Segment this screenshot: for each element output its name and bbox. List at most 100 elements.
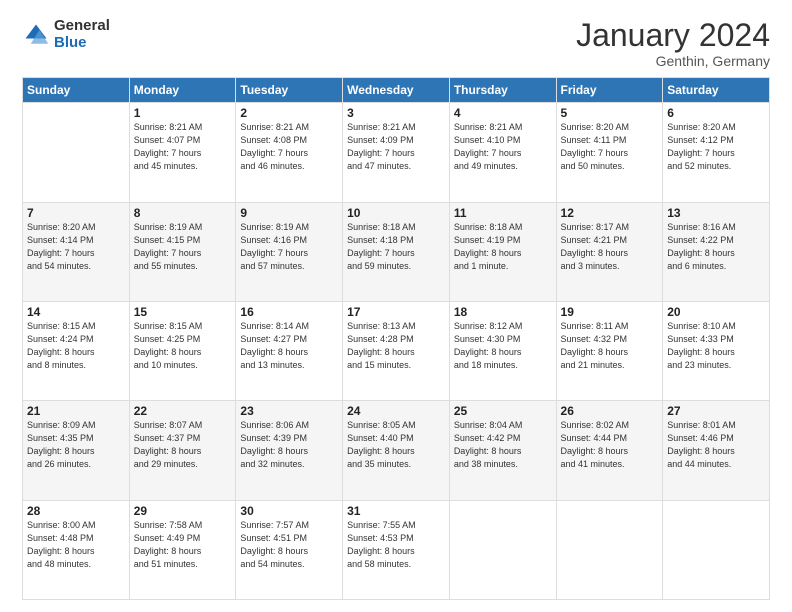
calendar-cell: 24Sunrise: 8:05 AM Sunset: 4:40 PM Dayli… [343, 401, 450, 500]
day-number: 30 [240, 504, 338, 518]
day-number: 10 [347, 206, 445, 220]
day-number: 5 [561, 106, 659, 120]
day-info: Sunrise: 8:14 AM Sunset: 4:27 PM Dayligh… [240, 320, 338, 372]
day-number: 2 [240, 106, 338, 120]
calendar-cell: 23Sunrise: 8:06 AM Sunset: 4:39 PM Dayli… [236, 401, 343, 500]
day-header-thursday: Thursday [449, 78, 556, 103]
week-row-1: 1Sunrise: 8:21 AM Sunset: 4:07 PM Daylig… [23, 103, 770, 202]
calendar-cell: 20Sunrise: 8:10 AM Sunset: 4:33 PM Dayli… [663, 301, 770, 400]
calendar-cell: 4Sunrise: 8:21 AM Sunset: 4:10 PM Daylig… [449, 103, 556, 202]
day-header-sunday: Sunday [23, 78, 130, 103]
day-number: 12 [561, 206, 659, 220]
calendar-cell: 3Sunrise: 8:21 AM Sunset: 4:09 PM Daylig… [343, 103, 450, 202]
day-header-saturday: Saturday [663, 78, 770, 103]
day-number: 19 [561, 305, 659, 319]
calendar-cell: 13Sunrise: 8:16 AM Sunset: 4:22 PM Dayli… [663, 202, 770, 301]
day-info: Sunrise: 8:13 AM Sunset: 4:28 PM Dayligh… [347, 320, 445, 372]
calendar-cell: 11Sunrise: 8:18 AM Sunset: 4:19 PM Dayli… [449, 202, 556, 301]
location: Genthin, Germany [576, 53, 770, 69]
day-header-friday: Friday [556, 78, 663, 103]
day-number: 1 [134, 106, 232, 120]
calendar-cell: 5Sunrise: 8:20 AM Sunset: 4:11 PM Daylig… [556, 103, 663, 202]
day-header-monday: Monday [129, 78, 236, 103]
calendar-body: 1Sunrise: 8:21 AM Sunset: 4:07 PM Daylig… [23, 103, 770, 600]
day-number: 16 [240, 305, 338, 319]
day-info: Sunrise: 8:16 AM Sunset: 4:22 PM Dayligh… [667, 221, 765, 273]
day-number: 21 [27, 404, 125, 418]
day-number: 22 [134, 404, 232, 418]
day-info: Sunrise: 8:02 AM Sunset: 4:44 PM Dayligh… [561, 419, 659, 471]
day-info: Sunrise: 8:12 AM Sunset: 4:30 PM Dayligh… [454, 320, 552, 372]
week-row-5: 28Sunrise: 8:00 AM Sunset: 4:48 PM Dayli… [23, 500, 770, 599]
day-header-tuesday: Tuesday [236, 78, 343, 103]
calendar-header: SundayMondayTuesdayWednesdayThursdayFrid… [23, 78, 770, 103]
day-info: Sunrise: 8:10 AM Sunset: 4:33 PM Dayligh… [667, 320, 765, 372]
day-number: 7 [27, 206, 125, 220]
day-number: 17 [347, 305, 445, 319]
day-info: Sunrise: 8:15 AM Sunset: 4:25 PM Dayligh… [134, 320, 232, 372]
title-area: January 2024 Genthin, Germany [576, 18, 770, 69]
calendar-cell: 25Sunrise: 8:04 AM Sunset: 4:42 PM Dayli… [449, 401, 556, 500]
day-info: Sunrise: 8:18 AM Sunset: 4:19 PM Dayligh… [454, 221, 552, 273]
day-info: Sunrise: 7:58 AM Sunset: 4:49 PM Dayligh… [134, 519, 232, 571]
day-number: 4 [454, 106, 552, 120]
calendar-cell [23, 103, 130, 202]
day-info: Sunrise: 8:20 AM Sunset: 4:14 PM Dayligh… [27, 221, 125, 273]
calendar-cell: 30Sunrise: 7:57 AM Sunset: 4:51 PM Dayli… [236, 500, 343, 599]
day-info: Sunrise: 8:04 AM Sunset: 4:42 PM Dayligh… [454, 419, 552, 471]
calendar-cell: 14Sunrise: 8:15 AM Sunset: 4:24 PM Dayli… [23, 301, 130, 400]
day-info: Sunrise: 8:21 AM Sunset: 4:10 PM Dayligh… [454, 121, 552, 173]
day-number: 28 [27, 504, 125, 518]
calendar-cell [663, 500, 770, 599]
day-info: Sunrise: 8:21 AM Sunset: 4:07 PM Dayligh… [134, 121, 232, 173]
logo-blue: Blue [54, 35, 110, 52]
day-info: Sunrise: 8:05 AM Sunset: 4:40 PM Dayligh… [347, 419, 445, 471]
calendar-cell: 26Sunrise: 8:02 AM Sunset: 4:44 PM Dayli… [556, 401, 663, 500]
day-header-wednesday: Wednesday [343, 78, 450, 103]
day-info: Sunrise: 8:20 AM Sunset: 4:11 PM Dayligh… [561, 121, 659, 173]
day-number: 31 [347, 504, 445, 518]
calendar-cell: 10Sunrise: 8:18 AM Sunset: 4:18 PM Dayli… [343, 202, 450, 301]
calendar-cell [556, 500, 663, 599]
calendar-cell: 22Sunrise: 8:07 AM Sunset: 4:37 PM Dayli… [129, 401, 236, 500]
calendar-cell: 15Sunrise: 8:15 AM Sunset: 4:25 PM Dayli… [129, 301, 236, 400]
day-info: Sunrise: 8:09 AM Sunset: 4:35 PM Dayligh… [27, 419, 125, 471]
calendar-cell: 29Sunrise: 7:58 AM Sunset: 4:49 PM Dayli… [129, 500, 236, 599]
day-number: 23 [240, 404, 338, 418]
calendar-cell: 1Sunrise: 8:21 AM Sunset: 4:07 PM Daylig… [129, 103, 236, 202]
calendar-cell [449, 500, 556, 599]
day-number: 14 [27, 305, 125, 319]
day-info: Sunrise: 8:11 AM Sunset: 4:32 PM Dayligh… [561, 320, 659, 372]
day-info: Sunrise: 8:17 AM Sunset: 4:21 PM Dayligh… [561, 221, 659, 273]
day-info: Sunrise: 8:06 AM Sunset: 4:39 PM Dayligh… [240, 419, 338, 471]
day-number: 6 [667, 106, 765, 120]
day-number: 11 [454, 206, 552, 220]
calendar-cell: 6Sunrise: 8:20 AM Sunset: 4:12 PM Daylig… [663, 103, 770, 202]
day-number: 26 [561, 404, 659, 418]
calendar-cell: 19Sunrise: 8:11 AM Sunset: 4:32 PM Dayli… [556, 301, 663, 400]
calendar-cell: 2Sunrise: 8:21 AM Sunset: 4:08 PM Daylig… [236, 103, 343, 202]
logo: General Blue [22, 18, 110, 51]
calendar-cell: 21Sunrise: 8:09 AM Sunset: 4:35 PM Dayli… [23, 401, 130, 500]
week-row-4: 21Sunrise: 8:09 AM Sunset: 4:35 PM Dayli… [23, 401, 770, 500]
day-info: Sunrise: 7:57 AM Sunset: 4:51 PM Dayligh… [240, 519, 338, 571]
day-number: 27 [667, 404, 765, 418]
calendar-cell: 17Sunrise: 8:13 AM Sunset: 4:28 PM Dayli… [343, 301, 450, 400]
logo-general: General [54, 18, 110, 35]
day-number: 13 [667, 206, 765, 220]
day-info: Sunrise: 8:20 AM Sunset: 4:12 PM Dayligh… [667, 121, 765, 173]
calendar-cell: 28Sunrise: 8:00 AM Sunset: 4:48 PM Dayli… [23, 500, 130, 599]
calendar-cell: 31Sunrise: 7:55 AM Sunset: 4:53 PM Dayli… [343, 500, 450, 599]
day-info: Sunrise: 8:07 AM Sunset: 4:37 PM Dayligh… [134, 419, 232, 471]
day-number: 8 [134, 206, 232, 220]
day-info: Sunrise: 8:19 AM Sunset: 4:16 PM Dayligh… [240, 221, 338, 273]
day-info: Sunrise: 8:18 AM Sunset: 4:18 PM Dayligh… [347, 221, 445, 273]
calendar-table: SundayMondayTuesdayWednesdayThursdayFrid… [22, 77, 770, 600]
month-title: January 2024 [576, 18, 770, 53]
page: General Blue January 2024 Genthin, Germa… [0, 0, 792, 612]
calendar-cell: 18Sunrise: 8:12 AM Sunset: 4:30 PM Dayli… [449, 301, 556, 400]
day-number: 3 [347, 106, 445, 120]
header-row: SundayMondayTuesdayWednesdayThursdayFrid… [23, 78, 770, 103]
day-info: Sunrise: 8:00 AM Sunset: 4:48 PM Dayligh… [27, 519, 125, 571]
calendar-cell: 27Sunrise: 8:01 AM Sunset: 4:46 PM Dayli… [663, 401, 770, 500]
